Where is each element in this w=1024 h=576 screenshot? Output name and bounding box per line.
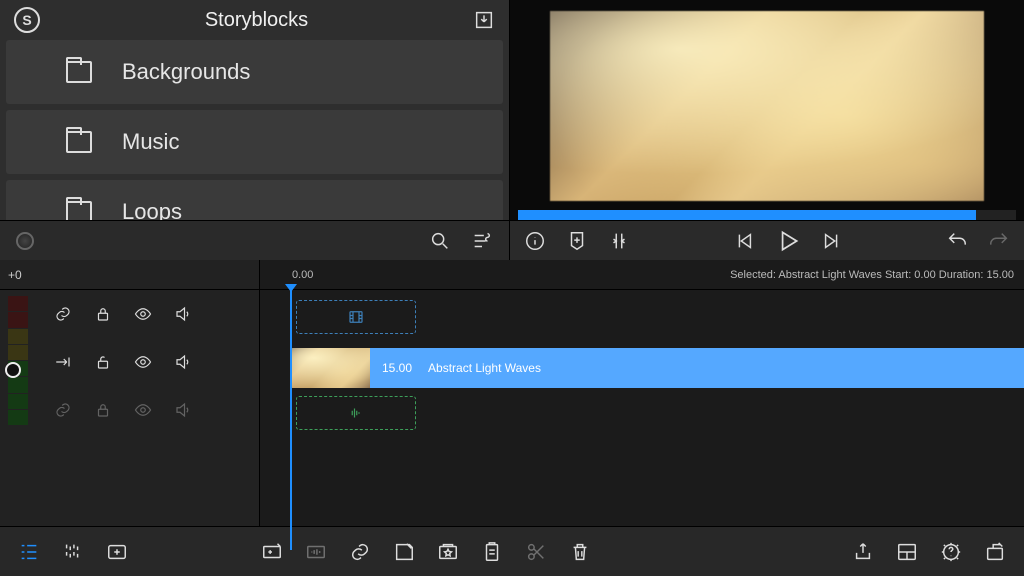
redo-icon[interactable] [988,230,1010,252]
add-media-icon[interactable] [106,541,128,563]
browser-item-music[interactable]: Music [6,110,503,174]
link-icon[interactable] [54,305,72,323]
tracks-area[interactable]: 15.00 Abstract Light Waves [260,290,1024,550]
export-icon[interactable] [984,541,1006,563]
browser-header: S Storyblocks [0,0,509,40]
bottom-toolbar [0,526,1024,576]
meter-level-knob[interactable] [5,362,21,378]
marker-add-icon[interactable] [566,230,588,252]
download-icon[interactable] [473,9,495,31]
browser-title: Storyblocks [52,9,461,32]
clip-duration: 15.00 [382,361,412,375]
play-icon[interactable] [775,228,801,254]
scrub-bar[interactable] [518,210,1016,220]
clip-thumbnail [290,348,370,388]
browser-item-label: Loops [122,199,182,220]
eye-off-icon[interactable] [134,401,152,419]
settings-help-icon[interactable] [940,541,962,563]
eye-icon[interactable] [134,305,152,323]
undo-icon[interactable] [946,230,968,252]
browser-item-label: Backgrounds [122,59,250,85]
audio-clip-icon[interactable] [305,541,327,563]
timeline-header: 0.00 Selected: Abstract Light Waves Star… [260,260,1024,290]
timeline-track-2[interactable]: 15.00 Abstract Light Waves [260,348,1024,388]
folder-icon [66,201,92,220]
transition-icon[interactable] [54,353,72,371]
add-clip-icon[interactable] [261,541,283,563]
clip-abstract-light-waves[interactable]: 15.00 Abstract Light Waves [290,348,1024,388]
layout-icon[interactable] [896,541,918,563]
prev-frame-icon[interactable] [733,230,755,252]
folder-icon [66,61,92,83]
trash-icon[interactable] [569,541,591,563]
cut-icon[interactable] [525,541,547,563]
clipboard-icon[interactable] [481,541,503,563]
record-icon[interactable] [16,232,34,250]
timeline-track-3[interactable] [260,396,1024,436]
speaker-icon[interactable] [174,305,192,323]
eye-icon[interactable] [134,353,152,371]
transport-bar [510,220,1024,260]
audio-meter [8,296,28,426]
film-icon [347,308,365,326]
browser-item-backgrounds[interactable]: Backgrounds [6,40,503,104]
lock-icon[interactable] [94,401,112,419]
storyblocks-logo-icon[interactable]: S [14,7,40,33]
playhead[interactable] [290,290,292,550]
browser-list: Backgrounds Music Loops [0,40,509,220]
link-icon[interactable] [54,401,72,419]
link-tool-icon[interactable] [349,541,371,563]
split-icon[interactable] [608,230,630,252]
folder-icon [66,131,92,153]
share-icon[interactable] [852,541,874,563]
next-frame-icon[interactable] [821,230,843,252]
playhead-time: 0.00 [292,269,313,281]
favorites-icon[interactable] [437,541,459,563]
browser-item-loops[interactable]: Loops [6,180,503,220]
browser-item-label: Music [122,129,179,155]
selection-info: Selected: Abstract Light Waves Start: 0.… [730,269,1014,281]
track-controls-1 [40,290,259,338]
unlock-icon[interactable] [94,353,112,371]
preview-panel [510,0,1024,260]
zoom-level[interactable]: +0 [0,260,259,290]
lock-icon[interactable] [94,305,112,323]
waveform-icon [347,404,365,422]
timeline-track-1[interactable] [260,300,1024,340]
info-icon[interactable] [524,230,546,252]
search-icon[interactable] [429,230,451,252]
speaker-icon[interactable] [174,353,192,371]
sort-icon[interactable] [471,230,493,252]
speaker-icon[interactable] [174,401,192,419]
edit-icon[interactable] [393,541,415,563]
preview-viewport [510,0,1024,206]
clip-name: Abstract Light Waves [428,361,541,375]
track-controls-2 [40,338,259,386]
track-controls-3 [40,386,259,434]
media-browser-panel: S Storyblocks Backgrounds Music Loops [0,0,510,260]
browser-footer [0,220,509,260]
preview-frame [550,11,984,201]
grid-view-icon[interactable] [62,541,84,563]
video-placeholder[interactable] [296,300,416,334]
audio-placeholder[interactable] [296,396,416,430]
scrub-progress [518,210,976,220]
list-view-icon[interactable] [18,541,40,563]
